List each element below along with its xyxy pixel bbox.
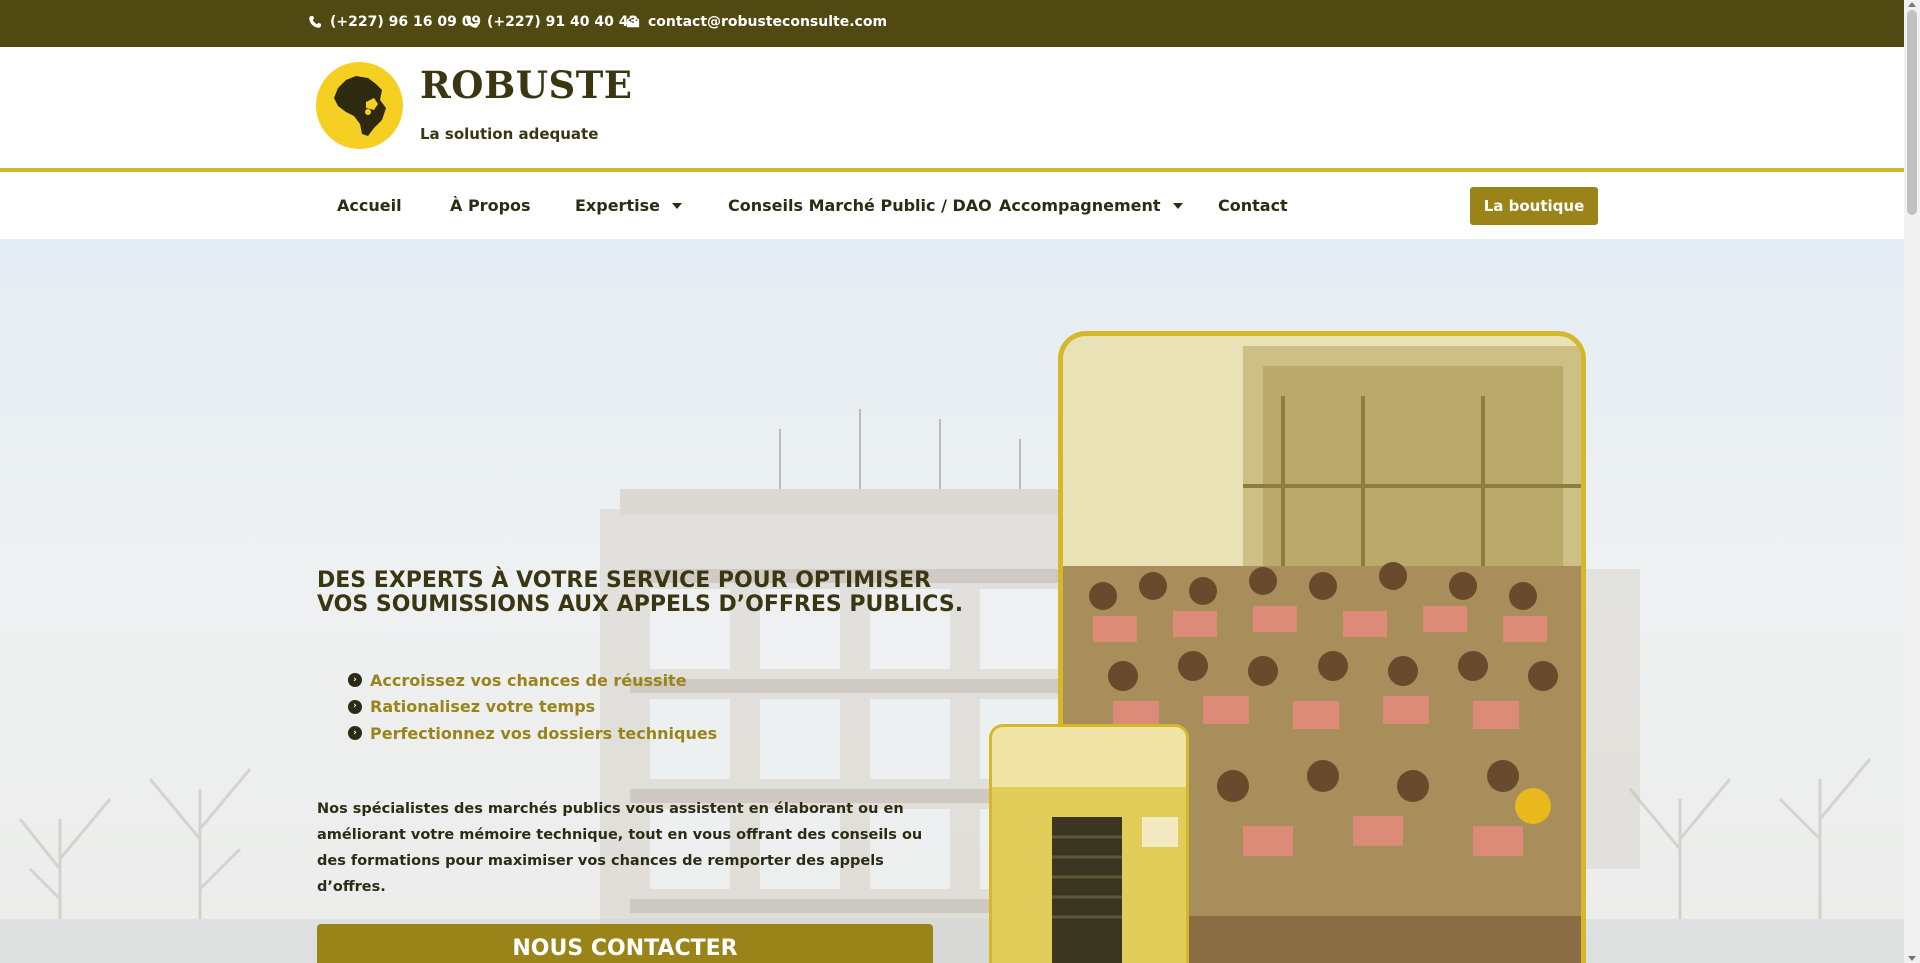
email-address: contact@robusteconsulte.com [648,14,888,30]
nav-label: Accompagnement [999,196,1161,215]
nav-label: Expertise [575,196,660,215]
nav-label: Accueil [337,196,402,215]
list-item: › Rationalisez votre temps [348,694,717,721]
nav-label: Contact [1218,196,1288,215]
nav-a-propos[interactable]: À Propos [450,196,531,215]
phone-icon [309,15,322,28]
phone-number-2: (+227) 91 40 40 43 [487,14,639,30]
benefits-list: › Accroissez vos chances de réussite › R… [348,667,717,747]
benefit-text: Rationalisez votre temps [370,697,596,717]
nav-label: À Propos [450,196,531,215]
scroll-up-arrow-icon[interactable] [1908,2,1916,7]
main-navigation: Accueil À Propos Expertise Conseils Marc… [0,172,1904,239]
contact-cta-button[interactable]: NOUS CONTACTER [317,924,933,963]
shop-button[interactable]: La boutique [1470,187,1598,225]
envelope-icon [626,15,640,28]
page-scrollbar[interactable] [1904,0,1920,963]
nav-accompagnement[interactable]: Accompagnement [999,196,1183,215]
hero-description: Nos spécialistes des marchés publics vou… [317,801,923,895]
nav-expertise[interactable]: Expertise [575,196,682,215]
phone-icon [466,15,479,28]
brand-tagline: La solution adequate [420,125,599,143]
chevron-circle-right-icon: › [348,673,362,688]
container-photo-graphic [992,727,1186,963]
background-trees [0,758,1904,963]
phone-contact-2[interactable]: (+227) 91 40 40 43 [465,14,638,30]
brand-name[interactable]: ROBUSTE [420,63,632,107]
email-contact[interactable]: contact@robusteconsulte.com [626,14,887,30]
phone-contact-1[interactable]: (+227) 96 16 09 09 [308,14,481,30]
nav-accueil[interactable]: Accueil [337,196,402,215]
phone-number-1: (+227) 96 16 09 09 [330,14,482,30]
chevron-circle-right-icon: › [348,726,362,741]
chevron-circle-right-icon: › [348,699,362,714]
top-contact-bar: (+227) 96 16 09 09 (+227) 91 40 40 43 co… [0,0,1904,47]
hero-title: DES EXPERTS À VOTRE SERVICE POUR OPTIMIS… [317,568,964,617]
benefit-text: Perfectionnez vos dossiers techniques [370,723,718,743]
nav-contact[interactable]: Contact [1218,196,1288,215]
list-item: › Perfectionnez vos dossiers techniques [348,720,717,747]
caret-down-icon [1172,202,1183,209]
container-photo [989,724,1189,963]
nav-conseils-marche-public[interactable]: Conseils Marché Public / DAO [728,196,992,215]
list-item: › Accroissez vos chances de réussite [348,667,717,694]
africa-rhino-logo[interactable] [316,62,403,149]
scroll-thumb[interactable] [1907,10,1917,215]
benefit-text: Accroissez vos chances de réussite [370,670,687,690]
nav-label: Conseils Marché Public / DAO [728,196,992,215]
scroll-down-arrow-icon[interactable] [1908,956,1916,961]
caret-down-icon [671,202,682,209]
hero-section: DES EXPERTS À VOTRE SERVICE POUR OPTIMIS… [0,239,1904,963]
site-header: ROBUSTE La solution adequate [0,47,1904,172]
logo-graphic [334,76,386,136]
